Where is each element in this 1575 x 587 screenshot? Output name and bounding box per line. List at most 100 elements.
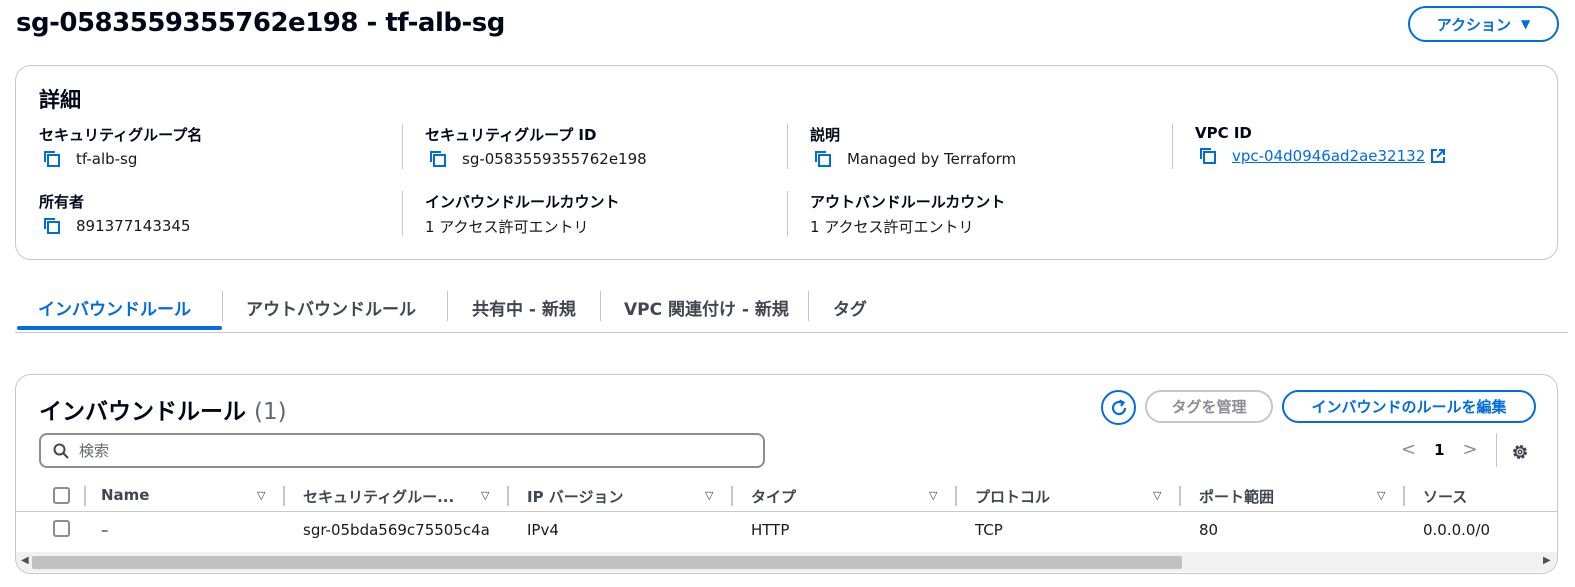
sg-id-label: セキュリティグループ ID: [425, 126, 597, 144]
column-divider: [1179, 486, 1181, 506]
select-all-checkbox[interactable]: [53, 487, 70, 504]
page-title: sg-0583559355762e198 - tf-alb-sg: [16, 8, 505, 38]
scroll-left-icon[interactable]: ◀: [21, 555, 29, 566]
tab-divider: [600, 291, 601, 321]
sort-icon[interactable]: ▽: [705, 489, 713, 502]
next-page-icon[interactable]: >: [1463, 439, 1478, 460]
scroll-right-icon[interactable]: ▶: [1543, 555, 1551, 566]
column-header-rule-id[interactable]: セキュリティグルー...: [303, 486, 454, 507]
table-header: Name ▽ セキュリティグルー... ▽ IP バージョン ▽ タイプ ▽ プ…: [16, 480, 1557, 512]
table-row[interactable]: – sgr-05bda569c75505c4a IPv4 HTTP TCP 80…: [16, 514, 1557, 548]
copy-icon[interactable]: [428, 149, 448, 169]
column-header-type[interactable]: タイプ: [751, 486, 796, 507]
owner-field: 所有者 891377143345: [39, 191, 191, 236]
tab-divider: [222, 291, 223, 321]
external-link-icon[interactable]: [1430, 148, 1446, 164]
sg-name-label: セキュリティグループ名: [39, 126, 203, 144]
copy-icon[interactable]: [42, 216, 62, 236]
sort-icon[interactable]: ▽: [929, 489, 937, 502]
pagination: < 1 >: [1401, 439, 1478, 460]
description-label: 説明: [810, 126, 841, 144]
horizontal-scrollbar[interactable]: ◀ ▶: [16, 552, 1557, 572]
divider: [1172, 124, 1173, 169]
search-icon: [53, 443, 69, 459]
tab-sharing[interactable]: 共有中 - 新規: [472, 295, 576, 320]
row-checkbox[interactable]: [53, 520, 70, 537]
owner-value: 891377143345: [76, 217, 191, 235]
description-value: Managed by Terraform: [847, 150, 1017, 168]
vpc-id-field: VPC ID vpc-04d0946ad2ae32132: [1195, 124, 1446, 166]
inbound-count-value: 1 アクセス許可エントリ: [425, 218, 589, 236]
description-field: 説明 Managed by Terraform: [810, 124, 1016, 169]
tab-divider: [808, 291, 809, 321]
scrollbar-thumb[interactable]: [32, 556, 1182, 569]
outbound-count-field: アウトバンドルールカウント 1 アクセス許可エントリ: [810, 191, 1005, 237]
outbound-count-value: 1 アクセス許可エントリ: [810, 218, 974, 236]
vpc-id-label: VPC ID: [1195, 124, 1252, 142]
details-title: 詳細: [39, 88, 81, 112]
vpc-id-link[interactable]: vpc-04d0946ad2ae32132: [1232, 147, 1425, 165]
sort-icon[interactable]: ▽: [257, 489, 265, 502]
sort-icon[interactable]: ▽: [481, 489, 489, 502]
cell-ip-version: IPv4: [527, 521, 559, 539]
copy-icon[interactable]: [42, 149, 62, 169]
owner-label: 所有者: [39, 193, 85, 211]
column-header-port-range[interactable]: ポート範囲: [1199, 486, 1274, 507]
refresh-button[interactable]: [1101, 390, 1136, 425]
divider: [1496, 433, 1497, 467]
refresh-icon: [1111, 399, 1126, 415]
column-header-protocol[interactable]: プロトコル: [975, 486, 1050, 507]
sg-name-field: セキュリティグループ名 tf-alb-sg: [39, 124, 202, 169]
sort-icon[interactable]: ▽: [1153, 489, 1161, 502]
sg-name-value: tf-alb-sg: [76, 150, 138, 168]
column-divider: [731, 486, 733, 506]
column-header-source[interactable]: ソース: [1423, 486, 1467, 507]
outbound-count-label: アウトバンドルールカウント: [810, 193, 1006, 211]
tab-tags[interactable]: タグ: [833, 295, 867, 320]
column-header-name[interactable]: Name: [101, 486, 149, 504]
column-divider: [283, 486, 285, 506]
inbound-count-label: インバウンドルールカウント: [425, 193, 620, 211]
divider: [402, 191, 403, 236]
caret-down-icon: ▼: [1521, 17, 1531, 31]
divider: [402, 124, 403, 169]
cell-source: 0.0.0.0/0: [1423, 521, 1491, 539]
manage-tags-button[interactable]: タグを管理: [1145, 390, 1273, 423]
divider: [787, 191, 788, 236]
cell-port-range: 80: [1199, 521, 1219, 539]
tab-outbound-rules[interactable]: アウトバウンドルール: [246, 295, 416, 320]
copy-icon[interactable]: [813, 149, 833, 169]
column-divider: [1403, 486, 1405, 506]
active-tab-indicator: [17, 326, 222, 330]
tab-divider: [447, 291, 448, 321]
rules-count: (1): [254, 399, 287, 425]
column-divider: [84, 486, 86, 506]
inbound-count-field: インバウンドルールカウント 1 アクセス許可エントリ: [425, 191, 620, 237]
search-box[interactable]: [39, 433, 765, 468]
actions-button[interactable]: アクション ▼: [1408, 6, 1559, 42]
gear-icon[interactable]: [1510, 442, 1530, 462]
sort-icon[interactable]: ▽: [1377, 489, 1385, 502]
cell-type: HTTP: [751, 521, 790, 539]
tab-inbound-rules[interactable]: インバウンドルール: [38, 295, 191, 320]
divider: [787, 124, 788, 169]
column-divider: [955, 486, 957, 506]
copy-icon[interactable]: [1198, 146, 1218, 166]
sg-id-field: セキュリティグループ ID sg-0583559355762e198: [425, 124, 647, 169]
inbound-rules-panel: インバウンドルール (1) タグを管理 インバウンドのルールを編集 < 1 > …: [15, 374, 1558, 574]
tab-vpc-associations[interactable]: VPC 関連付け - 新規: [624, 295, 789, 320]
cell-name: –: [101, 521, 109, 539]
sg-id-value: sg-0583559355762e198: [462, 150, 647, 168]
rules-title: インバウンドルール (1): [39, 392, 287, 426]
column-divider: [507, 486, 509, 506]
details-panel: 詳細 セキュリティグループ名 tf-alb-sg セキュリティグループ ID s…: [15, 65, 1558, 260]
cell-rule-id: sgr-05bda569c75505c4a: [303, 521, 490, 539]
current-page[interactable]: 1: [1434, 441, 1444, 459]
column-header-ip-version[interactable]: IP バージョン: [527, 486, 624, 507]
search-input[interactable]: [79, 441, 679, 460]
rules-title-text: インバウンドルール: [39, 399, 246, 425]
tab-bar: インバウンドルール アウトバウンドルール 共有中 - 新規 VPC 関連付け -…: [15, 285, 1568, 333]
cell-protocol: TCP: [975, 521, 1003, 539]
prev-page-icon[interactable]: <: [1401, 439, 1416, 460]
edit-inbound-rules-button[interactable]: インバウンドのルールを編集: [1282, 390, 1536, 423]
